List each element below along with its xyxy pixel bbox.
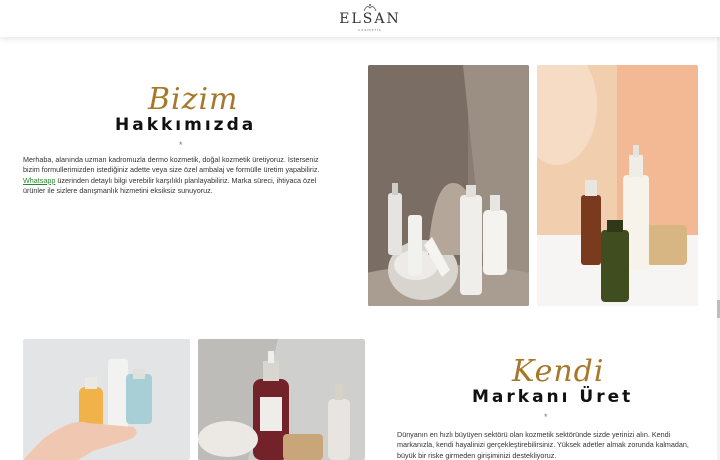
serum-and-cream-bottles-photo: [537, 65, 698, 306]
whatsapp-link[interactable]: Whatsapp: [23, 176, 55, 185]
dropper-bottles-photo: [198, 339, 365, 460]
brand-divider-icon: *: [544, 412, 548, 422]
about-text: Merhaba, alanında uzman kadromuzla dermo…: [23, 155, 320, 196]
site-logo[interactable]: ELSAN cosmetic: [330, 3, 410, 32]
products-on-stone-photo: [368, 65, 529, 306]
logo-text: ELSAN: [339, 11, 401, 27]
brand-heading: Markanı Üret: [472, 387, 634, 407]
site-header: ELSAN cosmetic: [0, 0, 720, 37]
brand-script-word: Kendi: [512, 354, 605, 389]
about-heading: Hakkımızda: [115, 115, 257, 135]
hand-holding-bottles-photo: [23, 339, 190, 460]
logo-subtitle: cosmetic: [358, 27, 382, 32]
about-divider-icon: *: [179, 140, 183, 150]
about-script-word: Bizim: [148, 82, 239, 117]
brand-text: Dünyanın en hızlı büyüyen sektörü olan k…: [397, 430, 689, 460]
